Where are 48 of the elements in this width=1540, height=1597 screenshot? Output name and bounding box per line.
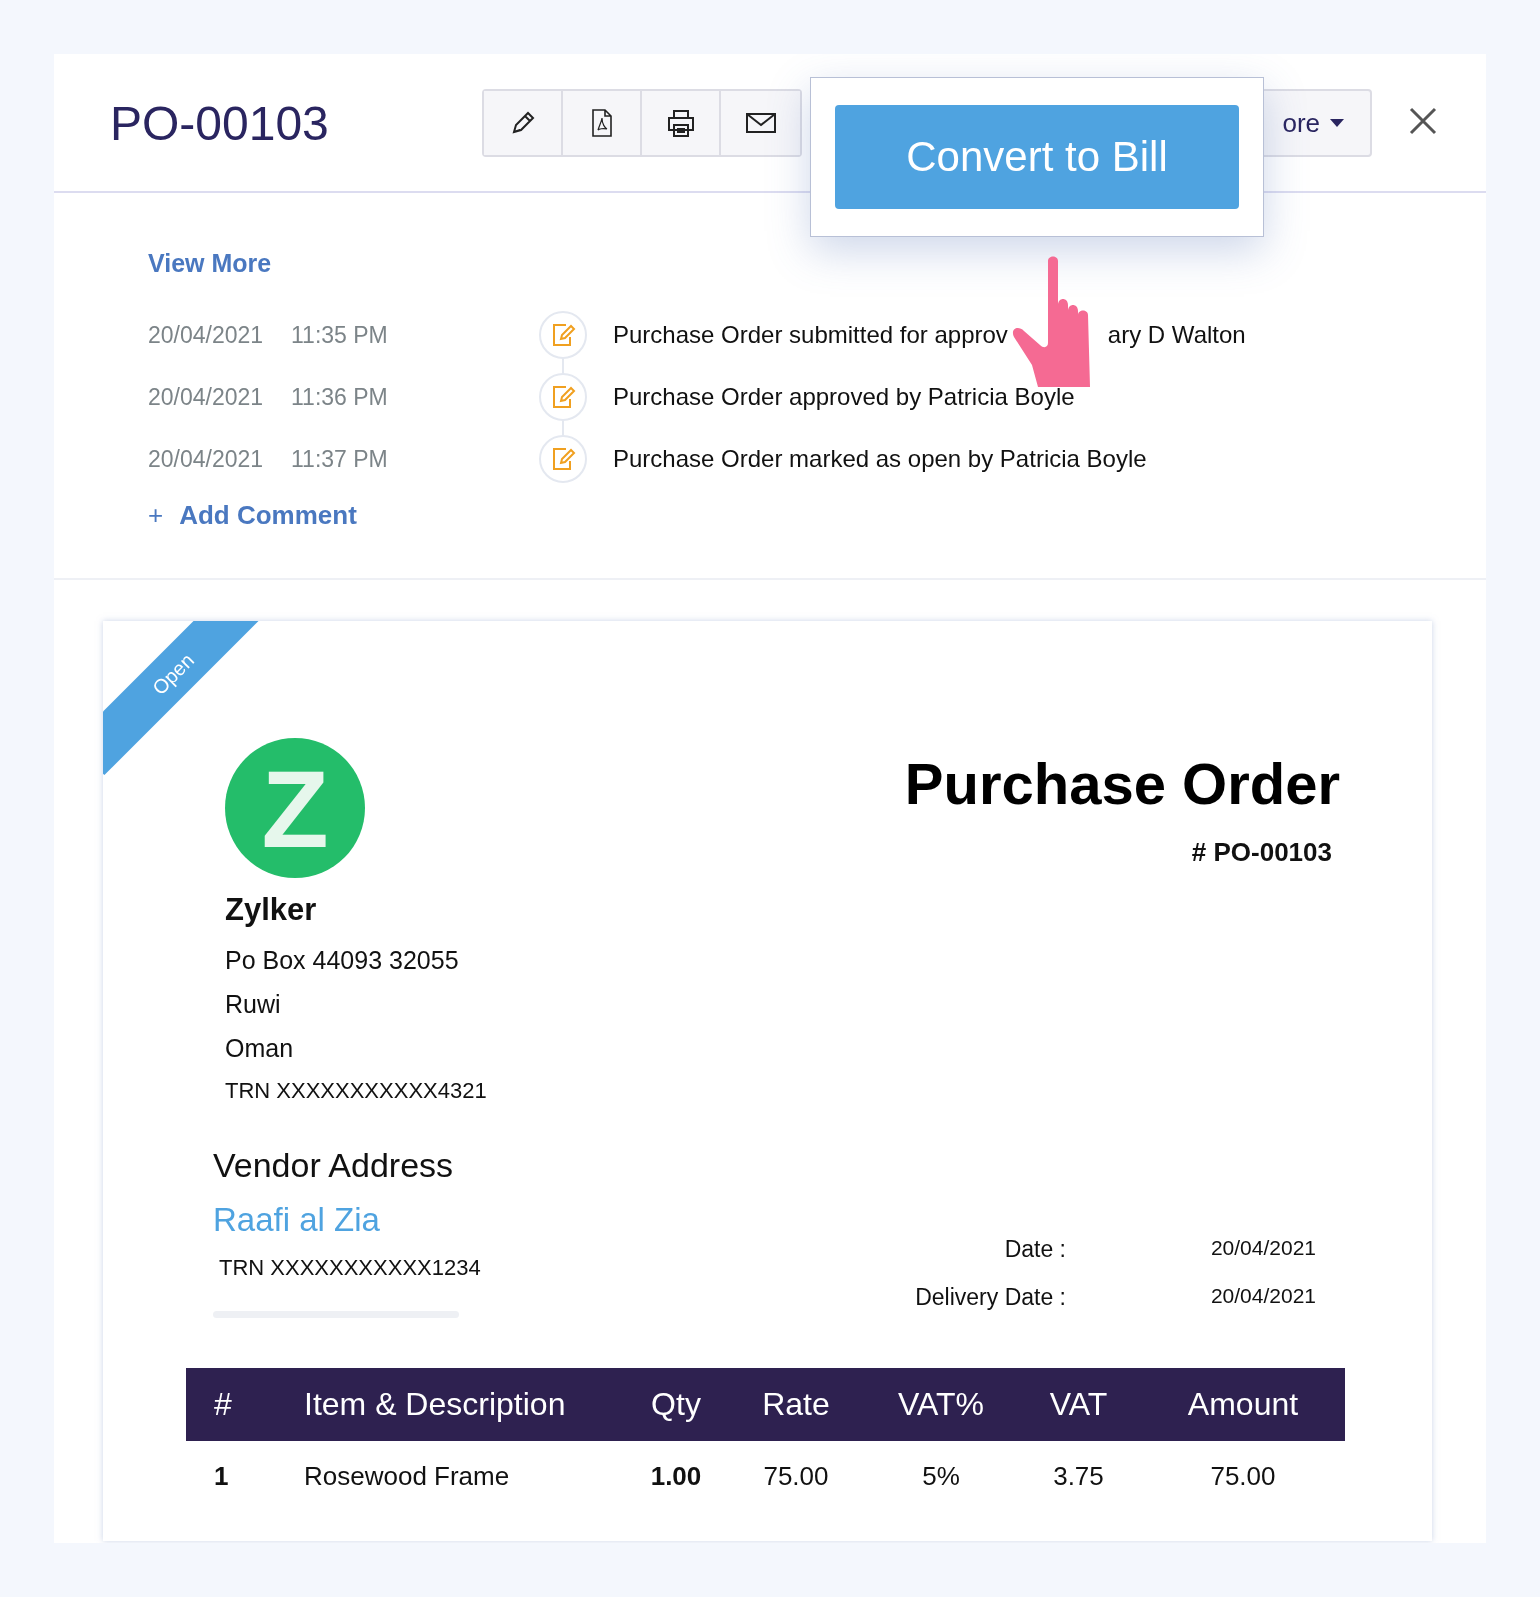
table-cell-text: 1.00 — [649, 1460, 703, 1492]
entry-text: ary D Walton — [1107, 321, 1246, 349]
vendor-heading: Vendor Address — [213, 1146, 455, 1185]
edit-button[interactable] — [484, 91, 563, 155]
date-value: 20/04/2021 — [1209, 1236, 1316, 1261]
column-header: Item & Description — [303, 1386, 567, 1423]
date-label: Date : — [1003, 1236, 1066, 1264]
entry-date: 20/04/2021 — [148, 445, 265, 473]
date-value: 20/04/2021 — [1209, 1284, 1316, 1309]
table-cell-text: 1 — [213, 1460, 230, 1492]
date-label: Delivery Date : — [914, 1284, 1066, 1312]
table-cell-text: 5% — [921, 1460, 961, 1492]
column-header: VAT% — [897, 1386, 985, 1423]
pdf-file-icon — [589, 108, 614, 138]
table-cell-text: 3.75 — [1052, 1460, 1105, 1492]
address-line: Oman — [225, 1034, 295, 1064]
trn-text: TRN XXXXXXXXXXX4321 — [225, 1078, 487, 1104]
table-cell-text: 75.00 — [1209, 1460, 1277, 1492]
column-header: Qty — [650, 1386, 702, 1423]
column-header: Amount — [1186, 1386, 1300, 1423]
entry-date: 20/04/2021 — [148, 321, 265, 349]
page-title: PO-00103 — [110, 96, 329, 151]
envelope-icon — [744, 111, 777, 135]
column-header: VAT — [1048, 1386, 1109, 1423]
view-more-link[interactable]: View More — [148, 249, 1486, 304]
close-icon[interactable] — [1408, 106, 1438, 136]
entry-time: 11:36 PM — [291, 383, 389, 411]
entry-text: Purchase Order approved by Patricia Boyle — [613, 383, 1075, 411]
entry-time: 11:35 PM — [291, 321, 389, 349]
document-number: # PO-00103 — [1190, 837, 1333, 868]
table-cell-text: 75.00 — [762, 1460, 830, 1492]
entry-time: 11:37 PM — [291, 445, 389, 473]
trn-text: TRN XXXXXXXXXXX1234 — [218, 1255, 481, 1281]
convert-button[interactable]: Convert to Bill — [835, 105, 1239, 209]
entry-date: 20/04/2021 — [148, 383, 265, 411]
company-logo: Z — [225, 738, 365, 878]
add-comment-link[interactable]: + Add Comment — [148, 500, 1486, 531]
entry-text: Purchase Order marked as open by Patricia Boyle — [613, 445, 1147, 473]
table-cell-text: Rosewood Frame — [303, 1460, 511, 1492]
caret-icon — [1330, 119, 1344, 127]
column-header: # — [213, 1386, 233, 1423]
column-header: Rate — [761, 1386, 831, 1423]
document-title: Purchase Order — [904, 750, 1340, 817]
address-line: Po Box 44093 32055 — [225, 946, 460, 976]
company-name: Zylker — [225, 892, 318, 928]
vendor-name-link[interactable]: Raafi al Zia — [213, 1201, 481, 1239]
address-line: Ruwi — [225, 990, 282, 1020]
entry-text: Purchase Order submitted for approv — [613, 321, 1008, 349]
